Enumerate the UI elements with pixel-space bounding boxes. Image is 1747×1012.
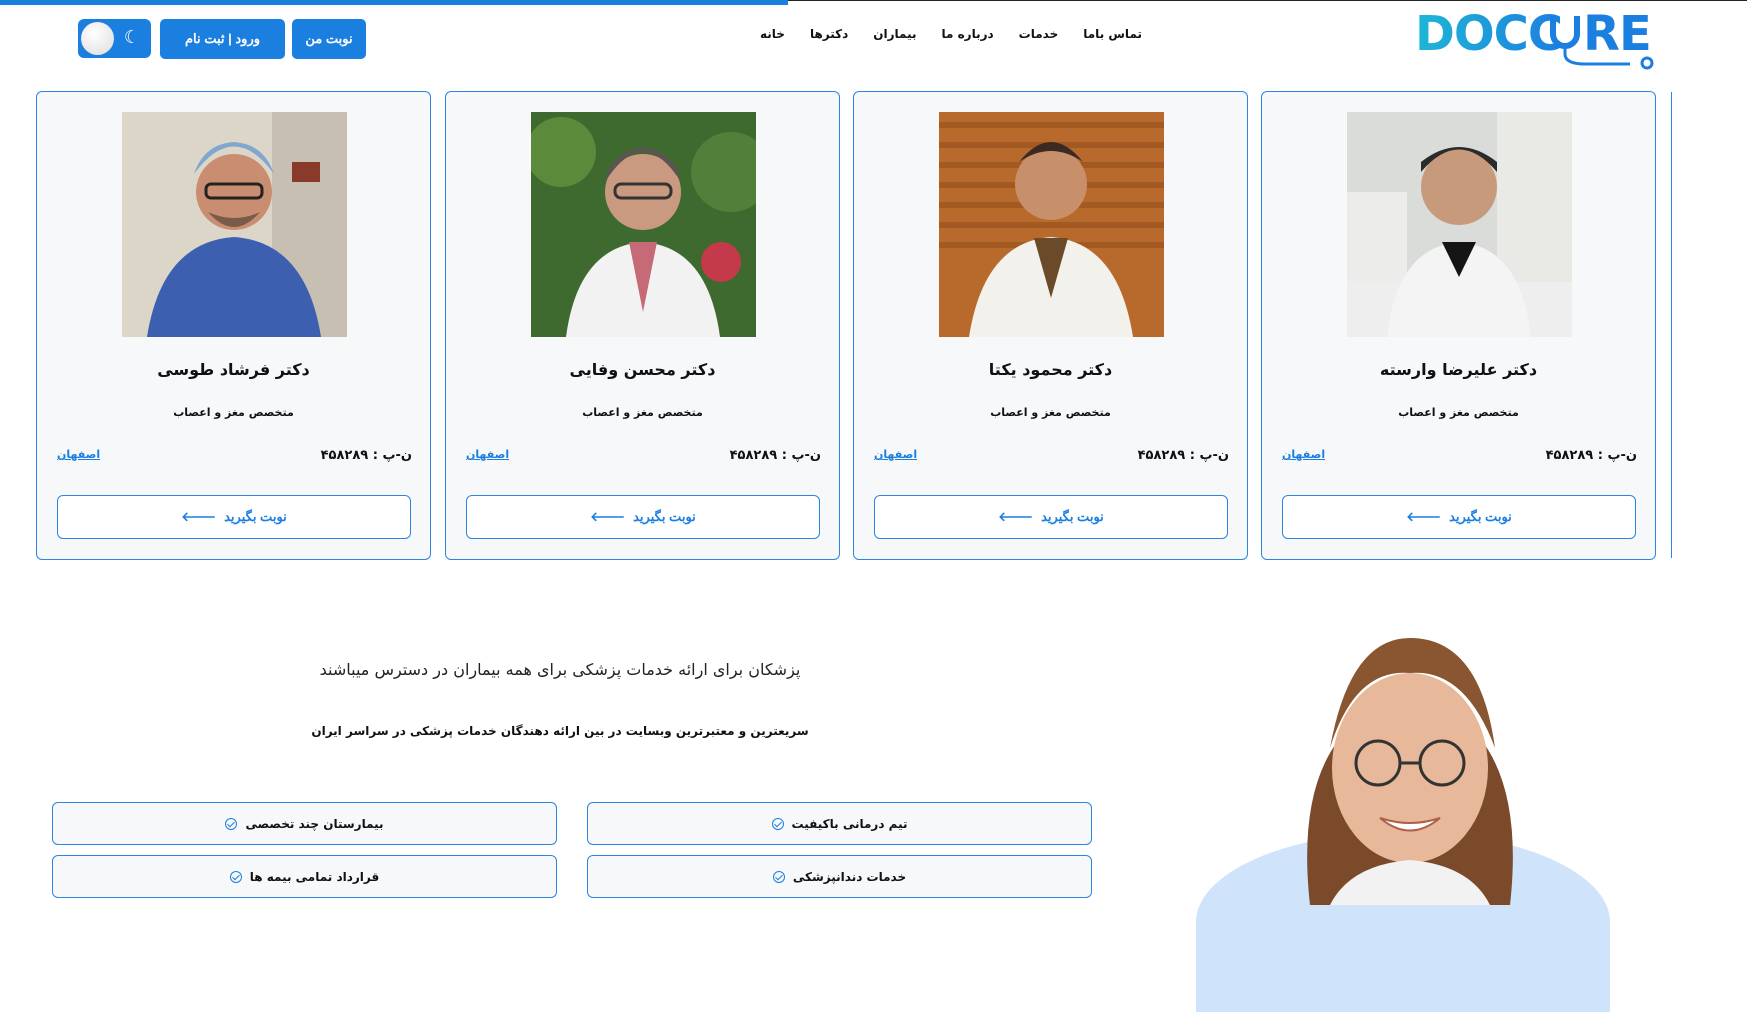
feature-item: قرارداد تمامی بیمه ها [52, 855, 557, 898]
doctor-name: دکتر محسن وفایی [569, 360, 716, 379]
feature-label: خدمات دندانپزشکی [792, 869, 907, 884]
feature-item: خدمات دندانپزشکی [587, 855, 1092, 898]
book-label: نوبت بگیرید [1449, 509, 1512, 524]
feature-item: بیمارستان چند تخصصی [52, 802, 557, 845]
check-circle-icon [225, 817, 238, 830]
main-nav: خانه دکترها بیماران درباره ما خدمات تماس… [760, 27, 1142, 41]
doctor-city[interactable]: اصفهان [874, 448, 917, 461]
book-label: نوبت بگیرید [224, 509, 287, 524]
check-circle-icon [771, 817, 784, 830]
arrow-left-icon: 🡐 [998, 509, 1034, 524]
doctor-name: دکتر علیرضا وارسته [1379, 360, 1538, 379]
doctor-card: دکتر محمود یکتا متخصص مغز و اعصاب ن-پ : … [853, 91, 1248, 560]
svg-text:RE: RE [1583, 6, 1651, 62]
doctor-city[interactable]: اصفهان [1282, 448, 1325, 461]
logo-graphic: DOCC RE [1415, 6, 1654, 70]
doctor-name: دکتر محمود یکتا [988, 360, 1113, 379]
doctors-carousel: دکتر علیرضا وارسته متخصص مغز و اعصاب ن-پ… [36, 91, 1676, 561]
doccure-logo[interactable]: DOCC RE [1415, 6, 1665, 70]
nav-services[interactable]: خدمات [1019, 27, 1059, 41]
toggle-knob [81, 22, 114, 55]
nav-patients[interactable]: بیماران [873, 27, 916, 41]
nav-about[interactable]: درباره ما [941, 27, 993, 41]
book-appointment-button[interactable]: نوبت بگیرید 🡐 [874, 495, 1228, 539]
site-header: DOCC RE خانه دکترها بیماران درباره ما خد… [0, 0, 1747, 78]
moon-icon: ☾ [123, 27, 140, 48]
arrow-left-icon: 🡐 [590, 509, 626, 524]
my-appointments-button[interactable]: نوبت من [292, 19, 366, 59]
doctor-photo [531, 112, 756, 337]
login-register-button[interactable]: ورود | ثبت نام [160, 19, 285, 59]
dark-mode-toggle[interactable]: ☾ [78, 19, 151, 58]
book-appointment-button[interactable]: نوبت بگیرید 🡐 [1282, 495, 1636, 539]
arrow-left-icon: 🡐 [181, 509, 217, 524]
nav-doctors[interactable]: دکترها [810, 27, 848, 41]
doctor-license: ن-پ : ۴۵۸۲۸۹ [1545, 448, 1637, 463]
doctor-photo [1347, 112, 1572, 337]
feature-label: قرارداد تمامی بیمه ها [249, 869, 380, 884]
check-circle-icon [229, 870, 242, 883]
doctor-specialty: متخصص مغز و اعصاب [173, 406, 294, 419]
doctor-specialty: متخصص مغز و اعصاب [990, 406, 1111, 419]
doctor-specialty: متخصص مغز و اعصاب [1398, 406, 1519, 419]
doctor-city[interactable]: اصفهان [466, 448, 509, 461]
doctor-license: ن-پ : ۴۵۸۲۸۹ [1137, 448, 1229, 463]
nav-contact[interactable]: تماس باما [1083, 27, 1142, 41]
doctor-city[interactable]: اصفهان [57, 448, 100, 461]
next-card-edge [1671, 92, 1672, 558]
svg-text:DOCC: DOCC [1415, 6, 1562, 62]
doctor-license: ن-پ : ۴۵۸۲۸۹ [729, 448, 821, 463]
check-circle-icon [772, 870, 785, 883]
section-subtitle: سریعترین و معتبرترین وبسایت در بین ارائه… [311, 724, 809, 738]
doctor-card: دکتر فرشاد طوسی متخصص مغز و اعصاب ن-پ : … [36, 91, 431, 560]
doctor-license: ن-پ : ۴۵۸۲۸۹ [320, 448, 412, 463]
doctor-name: دکتر فرشاد طوسی [157, 360, 310, 379]
arrow-left-icon: 🡐 [1406, 509, 1442, 524]
book-label: نوبت بگیرید [633, 509, 696, 524]
book-appointment-button[interactable]: نوبت بگیرید 🡐 [466, 495, 820, 539]
feature-item: تیم درمانی باکیفیت [587, 802, 1092, 845]
doctor-card: دکتر علیرضا وارسته متخصص مغز و اعصاب ن-پ… [1261, 91, 1656, 560]
doctor-photo [939, 112, 1164, 337]
doctor-photo [122, 112, 347, 337]
book-label: نوبت بگیرید [1041, 509, 1104, 524]
section-title: پزشکان برای ارائه خدمات پزشکی برای همه ب… [319, 660, 801, 679]
doctor-specialty: متخصص مغز و اعصاب [582, 406, 703, 419]
doctor-card: دکتر محسن وفایی متخصص مغز و اعصاب ن-پ : … [445, 91, 840, 560]
hero-doctor-image [1270, 628, 1548, 905]
nav-home[interactable]: خانه [760, 27, 785, 41]
book-appointment-button[interactable]: نوبت بگیرید 🡐 [57, 495, 411, 539]
feature-label: بیمارستان چند تخصصی [245, 816, 384, 831]
feature-label: تیم درمانی باکیفیت [791, 816, 908, 831]
